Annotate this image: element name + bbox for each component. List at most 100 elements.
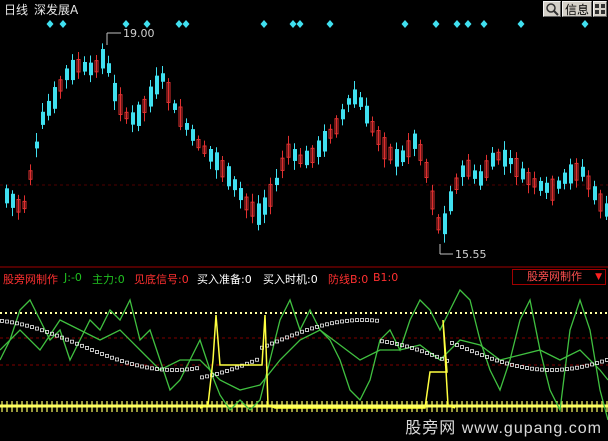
indicator-dot (420, 349, 424, 354)
signal-diamond (326, 20, 334, 28)
status-buy-timing: 买入时机:0 (263, 273, 318, 286)
indicator-dot (290, 333, 294, 338)
candle-body (227, 166, 231, 187)
indicator-dot (370, 318, 374, 323)
indicator-name: 股旁网制作 (3, 273, 58, 286)
candle-body (215, 152, 219, 171)
candle-body (155, 75, 159, 95)
candle-body (65, 68, 69, 81)
candle-body (5, 188, 9, 204)
indicator-dot (250, 359, 254, 364)
indicator-line-signal (199, 314, 456, 409)
indicator-dot (580, 364, 584, 369)
candle-body (569, 164, 573, 184)
indicator-dot (220, 370, 224, 375)
indicator-dot (495, 358, 499, 363)
indicator-dot (600, 359, 604, 364)
indicator-dot (5, 319, 9, 324)
candle-body (539, 180, 543, 191)
indicator-dot (235, 365, 239, 370)
indicator-dot (380, 339, 384, 344)
indicator-dot (350, 318, 354, 323)
status-main-force: 主力:0 (92, 273, 125, 286)
indicator-dot (345, 318, 349, 323)
indicator-dot (10, 320, 14, 325)
indicator-dot (565, 367, 569, 372)
signal-diamond (453, 20, 461, 28)
candle-body (413, 133, 417, 149)
indicator-dot (365, 318, 369, 322)
candle-body (443, 213, 447, 235)
signal-diamond (581, 20, 589, 28)
candle-body (323, 130, 327, 152)
indicator-dot (205, 374, 209, 379)
indicator-line-j (0, 288, 608, 421)
signal-diamond (464, 20, 472, 28)
candle-body (479, 171, 483, 186)
indicator-dot (225, 369, 229, 373)
candle-body (449, 191, 453, 212)
high-price-label: 19.00 (123, 27, 155, 40)
indicator-dot (385, 340, 389, 344)
candle-body (83, 61, 87, 72)
signal-diamond (517, 20, 525, 28)
candle-body (461, 165, 465, 178)
indicator-status-bar: 股旁网制作 J:-0 主力:0 见底信号:0 买入准备:0 买入时机:0 防线B… (0, 269, 512, 286)
candle-body (275, 177, 279, 186)
indicator-dot (490, 356, 494, 361)
candle-body (191, 129, 195, 141)
indicator-dot (470, 349, 474, 354)
candle-body (365, 105, 369, 124)
candle-body (41, 111, 45, 125)
candle-body (521, 168, 525, 180)
candle-body (593, 186, 597, 201)
indicator-dot (355, 318, 359, 323)
candle-body (317, 140, 321, 158)
candle-body (173, 103, 177, 110)
signal-diamond (260, 20, 268, 28)
indicator-dot (325, 322, 329, 327)
signal-diamond (46, 20, 54, 28)
indicator-dot (465, 347, 469, 352)
signal-diamond (401, 20, 409, 28)
candle-body (395, 149, 399, 167)
candle-body (353, 89, 357, 105)
indicator-dot (170, 368, 174, 372)
indicator-dot (230, 367, 234, 372)
indicator-dot (175, 368, 179, 372)
status-bottom-signal: 见底信号:0 (134, 273, 189, 286)
indicator-dot (520, 365, 524, 369)
indicator-dot (100, 352, 104, 356)
indicator-dot (330, 321, 334, 326)
candle-body (509, 158, 513, 165)
candle-body (401, 150, 405, 163)
indicator-dot (25, 323, 29, 328)
signal-diamond (59, 20, 67, 28)
candle-body (35, 141, 39, 149)
kline-chart[interactable] (0, 0, 608, 441)
indicator-dot (200, 375, 204, 380)
candle-body (149, 86, 153, 107)
indicator-dot (35, 326, 39, 331)
status-buy-ready: 买入准备:0 (197, 273, 252, 286)
status-b1: B1:0 (373, 271, 399, 284)
candle-body (347, 98, 351, 105)
candle-body (131, 112, 135, 125)
candle-body (47, 100, 51, 116)
indicator-dot (105, 353, 109, 358)
indicator-selector[interactable]: 股旁网制作 ▼ (512, 269, 606, 285)
signal-diamond (296, 20, 304, 28)
indicator-dot (300, 329, 304, 334)
indicator-dot (165, 367, 169, 372)
indicator-dot (500, 360, 504, 364)
indicator-dot (65, 337, 69, 342)
indicator-dot (480, 353, 484, 358)
indicator-dot (530, 366, 534, 371)
indicator-dot (555, 367, 559, 372)
candle-body (557, 180, 561, 189)
indicator-dot (125, 360, 129, 365)
indicator-dot (450, 341, 454, 345)
indicator-dot (150, 366, 154, 371)
indicator-dot (190, 367, 194, 371)
indicator-dot (425, 351, 429, 355)
